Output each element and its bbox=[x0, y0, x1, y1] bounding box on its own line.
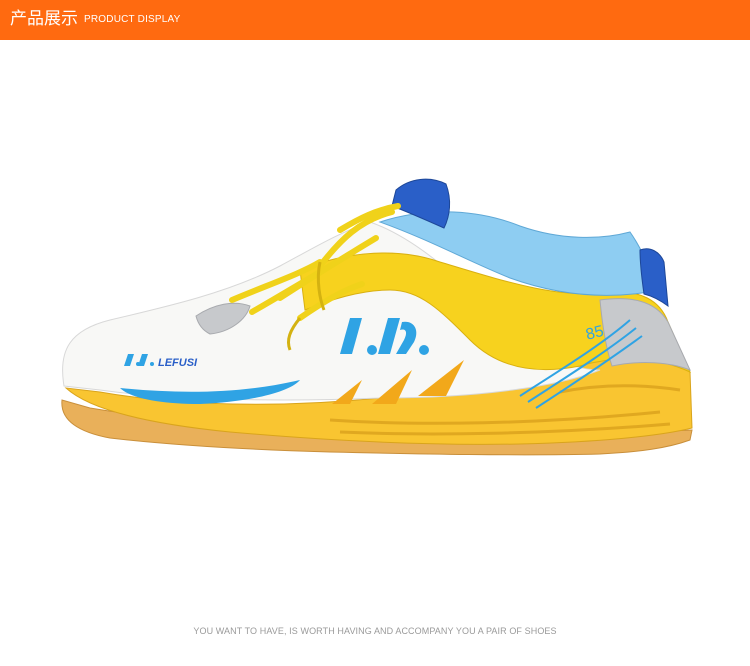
header-title-cn: 产品展示 bbox=[10, 9, 78, 29]
header-bar: 产品展示 PRODUCT DISPLAY bbox=[0, 0, 750, 40]
shoe-image: 85 LEFUSI bbox=[61, 178, 693, 456]
footer-caption: YOU WANT TO HAVE, IS WORTH HAVING AND AC… bbox=[193, 626, 557, 636]
header-title-en: PRODUCT DISPLAY bbox=[84, 14, 181, 25]
brand-logo-text: LEFUSI bbox=[158, 357, 198, 369]
